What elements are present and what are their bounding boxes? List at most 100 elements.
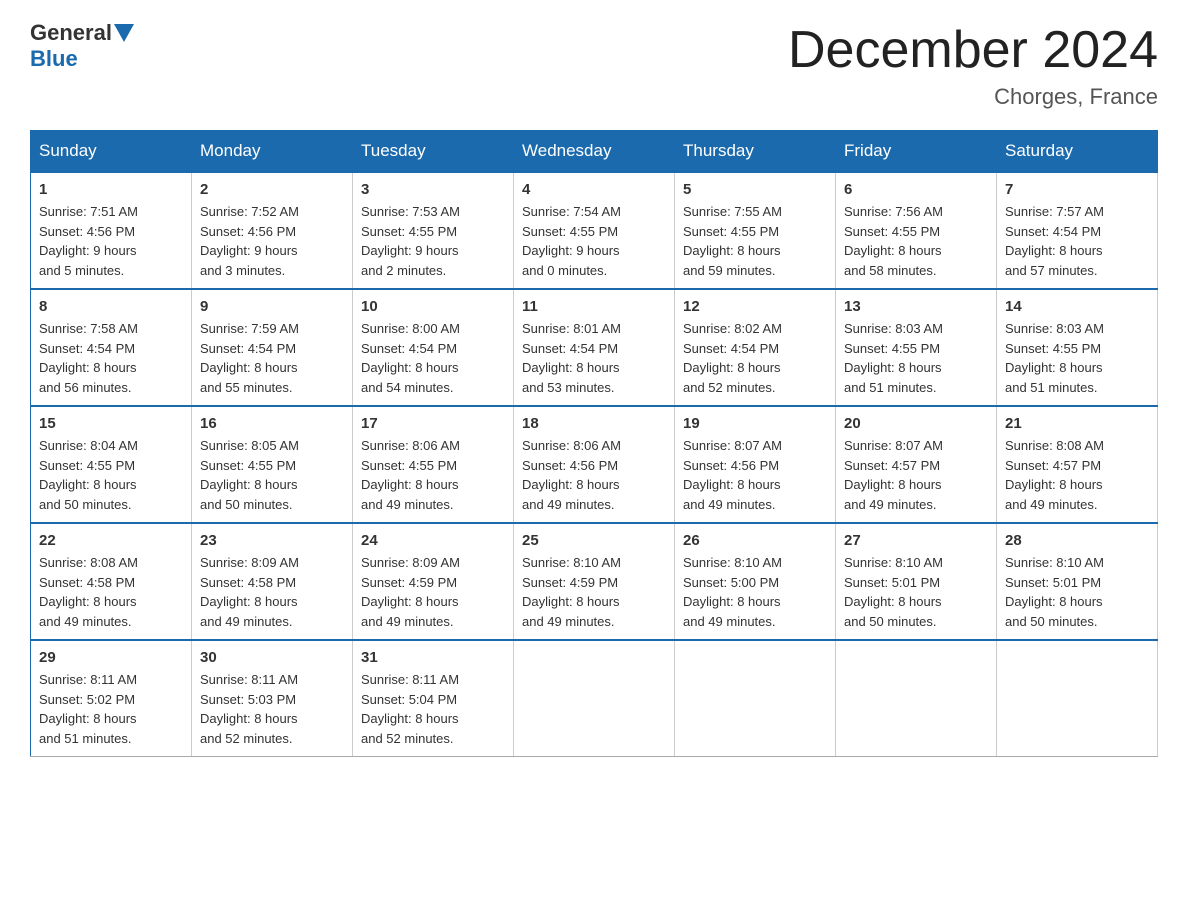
day-number: 20 — [844, 415, 988, 432]
day-info: Sunrise: 8:09 AMSunset: 4:59 PMDaylight:… — [361, 553, 505, 631]
day-info: Sunrise: 7:56 AMSunset: 4:55 PMDaylight:… — [844, 202, 988, 280]
calendar-cell: 16 Sunrise: 8:05 AMSunset: 4:55 PMDaylig… — [192, 406, 353, 523]
calendar-cell: 1 Sunrise: 7:51 AMSunset: 4:56 PMDayligh… — [31, 172, 192, 289]
calendar-cell: 8 Sunrise: 7:58 AMSunset: 4:54 PMDayligh… — [31, 289, 192, 406]
day-info: Sunrise: 8:09 AMSunset: 4:58 PMDaylight:… — [200, 553, 344, 631]
day-number: 14 — [1005, 298, 1149, 315]
day-number: 18 — [522, 415, 666, 432]
calendar-week-row: 8 Sunrise: 7:58 AMSunset: 4:54 PMDayligh… — [31, 289, 1158, 406]
month-title: December 2024 — [788, 20, 1158, 80]
calendar-cell — [997, 640, 1158, 757]
day-of-week-header-thursday: Thursday — [675, 131, 836, 173]
calendar-cell: 30 Sunrise: 8:11 AMSunset: 5:03 PMDaylig… — [192, 640, 353, 757]
calendar-cell — [675, 640, 836, 757]
calendar-cell: 9 Sunrise: 7:59 AMSunset: 4:54 PMDayligh… — [192, 289, 353, 406]
logo-general-text: General — [30, 20, 112, 46]
day-number: 30 — [200, 649, 344, 666]
calendar-cell: 7 Sunrise: 7:57 AMSunset: 4:54 PMDayligh… — [997, 172, 1158, 289]
calendar-week-row: 1 Sunrise: 7:51 AMSunset: 4:56 PMDayligh… — [31, 172, 1158, 289]
day-info: Sunrise: 8:01 AMSunset: 4:54 PMDaylight:… — [522, 319, 666, 397]
day-info: Sunrise: 8:11 AMSunset: 5:02 PMDaylight:… — [39, 670, 183, 748]
calendar-cell — [836, 640, 997, 757]
day-of-week-header-friday: Friday — [836, 131, 997, 173]
logo-blue-text: Blue — [30, 46, 78, 72]
day-number: 27 — [844, 532, 988, 549]
day-number: 9 — [200, 298, 344, 315]
day-number: 16 — [200, 415, 344, 432]
day-info: Sunrise: 7:52 AMSunset: 4:56 PMDaylight:… — [200, 202, 344, 280]
day-number: 22 — [39, 532, 183, 549]
day-info: Sunrise: 7:58 AMSunset: 4:54 PMDaylight:… — [39, 319, 183, 397]
day-info: Sunrise: 8:04 AMSunset: 4:55 PMDaylight:… — [39, 436, 183, 514]
calendar-cell: 6 Sunrise: 7:56 AMSunset: 4:55 PMDayligh… — [836, 172, 997, 289]
calendar-cell: 15 Sunrise: 8:04 AMSunset: 4:55 PMDaylig… — [31, 406, 192, 523]
day-number: 28 — [1005, 532, 1149, 549]
day-info: Sunrise: 7:54 AMSunset: 4:55 PMDaylight:… — [522, 202, 666, 280]
calendar-cell: 2 Sunrise: 7:52 AMSunset: 4:56 PMDayligh… — [192, 172, 353, 289]
calendar-week-row: 15 Sunrise: 8:04 AMSunset: 4:55 PMDaylig… — [31, 406, 1158, 523]
day-number: 21 — [1005, 415, 1149, 432]
day-info: Sunrise: 8:10 AMSunset: 4:59 PMDaylight:… — [522, 553, 666, 631]
calendar-cell: 24 Sunrise: 8:09 AMSunset: 4:59 PMDaylig… — [353, 523, 514, 640]
day-info: Sunrise: 8:03 AMSunset: 4:55 PMDaylight:… — [844, 319, 988, 397]
calendar-cell — [514, 640, 675, 757]
day-number: 15 — [39, 415, 183, 432]
day-number: 5 — [683, 181, 827, 198]
calendar-cell: 11 Sunrise: 8:01 AMSunset: 4:54 PMDaylig… — [514, 289, 675, 406]
calendar-cell: 18 Sunrise: 8:06 AMSunset: 4:56 PMDaylig… — [514, 406, 675, 523]
day-number: 25 — [522, 532, 666, 549]
day-number: 26 — [683, 532, 827, 549]
day-number: 10 — [361, 298, 505, 315]
calendar-table: SundayMondayTuesdayWednesdayThursdayFrid… — [30, 130, 1158, 757]
calendar-cell: 14 Sunrise: 8:03 AMSunset: 4:55 PMDaylig… — [997, 289, 1158, 406]
day-number: 3 — [361, 181, 505, 198]
day-number: 31 — [361, 649, 505, 666]
calendar-week-row: 22 Sunrise: 8:08 AMSunset: 4:58 PMDaylig… — [31, 523, 1158, 640]
day-info: Sunrise: 8:05 AMSunset: 4:55 PMDaylight:… — [200, 436, 344, 514]
calendar-cell: 23 Sunrise: 8:09 AMSunset: 4:58 PMDaylig… — [192, 523, 353, 640]
calendar-cell: 21 Sunrise: 8:08 AMSunset: 4:57 PMDaylig… — [997, 406, 1158, 523]
day-of-week-header-wednesday: Wednesday — [514, 131, 675, 173]
calendar-cell: 27 Sunrise: 8:10 AMSunset: 5:01 PMDaylig… — [836, 523, 997, 640]
day-number: 7 — [1005, 181, 1149, 198]
day-info: Sunrise: 8:10 AMSunset: 5:01 PMDaylight:… — [844, 553, 988, 631]
calendar-cell: 4 Sunrise: 7:54 AMSunset: 4:55 PMDayligh… — [514, 172, 675, 289]
day-number: 6 — [844, 181, 988, 198]
day-info: Sunrise: 7:51 AMSunset: 4:56 PMDaylight:… — [39, 202, 183, 280]
day-info: Sunrise: 8:10 AMSunset: 5:00 PMDaylight:… — [683, 553, 827, 631]
calendar-cell: 17 Sunrise: 8:06 AMSunset: 4:55 PMDaylig… — [353, 406, 514, 523]
day-info: Sunrise: 8:08 AMSunset: 4:57 PMDaylight:… — [1005, 436, 1149, 514]
title-block: December 2024 Chorges, France — [788, 20, 1158, 110]
day-info: Sunrise: 8:11 AMSunset: 5:03 PMDaylight:… — [200, 670, 344, 748]
calendar-cell: 31 Sunrise: 8:11 AMSunset: 5:04 PMDaylig… — [353, 640, 514, 757]
day-number: 13 — [844, 298, 988, 315]
calendar-cell: 22 Sunrise: 8:08 AMSunset: 4:58 PMDaylig… — [31, 523, 192, 640]
day-number: 17 — [361, 415, 505, 432]
calendar-cell: 29 Sunrise: 8:11 AMSunset: 5:02 PMDaylig… — [31, 640, 192, 757]
location-title: Chorges, France — [788, 84, 1158, 110]
calendar-cell: 12 Sunrise: 8:02 AMSunset: 4:54 PMDaylig… — [675, 289, 836, 406]
day-info: Sunrise: 7:53 AMSunset: 4:55 PMDaylight:… — [361, 202, 505, 280]
day-number: 2 — [200, 181, 344, 198]
day-info: Sunrise: 8:08 AMSunset: 4:58 PMDaylight:… — [39, 553, 183, 631]
day-number: 19 — [683, 415, 827, 432]
calendar-cell: 5 Sunrise: 7:55 AMSunset: 4:55 PMDayligh… — [675, 172, 836, 289]
day-of-week-header-sunday: Sunday — [31, 131, 192, 173]
day-info: Sunrise: 8:00 AMSunset: 4:54 PMDaylight:… — [361, 319, 505, 397]
day-info: Sunrise: 8:03 AMSunset: 4:55 PMDaylight:… — [1005, 319, 1149, 397]
logo: General Blue — [30, 20, 136, 72]
calendar-cell: 10 Sunrise: 8:00 AMSunset: 4:54 PMDaylig… — [353, 289, 514, 406]
day-number: 12 — [683, 298, 827, 315]
day-of-week-header-saturday: Saturday — [997, 131, 1158, 173]
calendar-cell: 3 Sunrise: 7:53 AMSunset: 4:55 PMDayligh… — [353, 172, 514, 289]
day-info: Sunrise: 8:02 AMSunset: 4:54 PMDaylight:… — [683, 319, 827, 397]
day-info: Sunrise: 8:11 AMSunset: 5:04 PMDaylight:… — [361, 670, 505, 748]
calendar-cell: 19 Sunrise: 8:07 AMSunset: 4:56 PMDaylig… — [675, 406, 836, 523]
day-of-week-header-tuesday: Tuesday — [353, 131, 514, 173]
calendar-cell: 20 Sunrise: 8:07 AMSunset: 4:57 PMDaylig… — [836, 406, 997, 523]
calendar-cell: 28 Sunrise: 8:10 AMSunset: 5:01 PMDaylig… — [997, 523, 1158, 640]
day-info: Sunrise: 7:55 AMSunset: 4:55 PMDaylight:… — [683, 202, 827, 280]
calendar-header-row: SundayMondayTuesdayWednesdayThursdayFrid… — [31, 131, 1158, 173]
day-number: 11 — [522, 298, 666, 315]
day-number: 24 — [361, 532, 505, 549]
